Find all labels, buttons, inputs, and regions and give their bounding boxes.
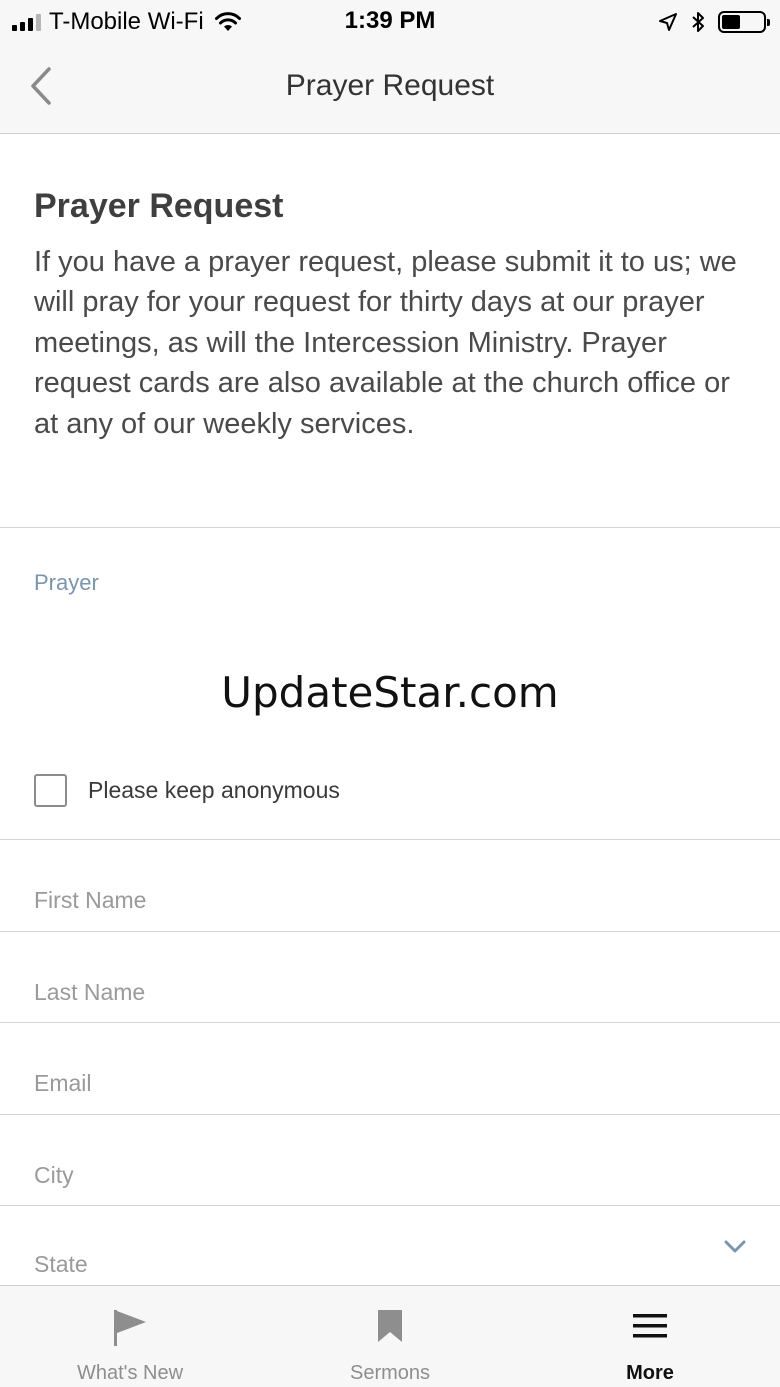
section-heading: Prayer Request [34,187,284,225]
city-row [0,1115,780,1206]
status-right-group [658,8,770,36]
last-name-input[interactable] [34,932,734,1022]
email-input[interactable] [34,1023,734,1114]
tab-sermons[interactable]: Sermons [260,1286,520,1387]
last-name-row [0,932,780,1023]
watermark-text: UpdateStar.com [221,668,559,717]
anonymous-toggle[interactable]: Please keep anonymous [34,773,340,807]
tab-label-sermons: Sermons [349,1362,431,1384]
email-row [0,1023,780,1115]
tab-whats-new[interactable]: What's New [0,1286,260,1387]
first-name-row [0,840,780,932]
chevron-down-icon [724,1240,746,1253]
navigation-bar: Prayer Request [0,44,780,134]
tab-more[interactable]: More [520,1286,780,1387]
state-select[interactable]: State [0,1206,780,1285]
tab-label-more: More [626,1362,674,1384]
location-icon [659,13,677,31]
prayer-section: Prayer UpdateStar.com Please keep anonym… [0,528,780,840]
battery-fill [722,15,740,29]
city-input[interactable] [34,1115,734,1205]
prayer-field-label: Prayer [34,570,99,595]
bluetooth-icon [692,12,704,32]
first-name-input[interactable] [34,840,734,931]
bookmark-icon [378,1310,402,1342]
flag-icon [114,1310,146,1346]
status-bar: T-Mobile Wi-Fi 1:39 PM [0,0,780,44]
intro-description: If you have a prayer request, please sub… [34,246,737,440]
menu-icon [633,1314,667,1338]
page-title: Prayer Request [285,69,495,102]
anonymous-label: Please keep anonymous [88,776,340,803]
state-label: State [34,1251,88,1277]
anonymous-checkbox[interactable] [34,773,67,807]
intro-section: Prayer Request If you have a prayer requ… [0,134,780,528]
battery-icon [718,11,770,33]
tab-label-whats-new: What's New [76,1362,184,1384]
tab-bar: What's New Sermons More [0,1285,780,1387]
